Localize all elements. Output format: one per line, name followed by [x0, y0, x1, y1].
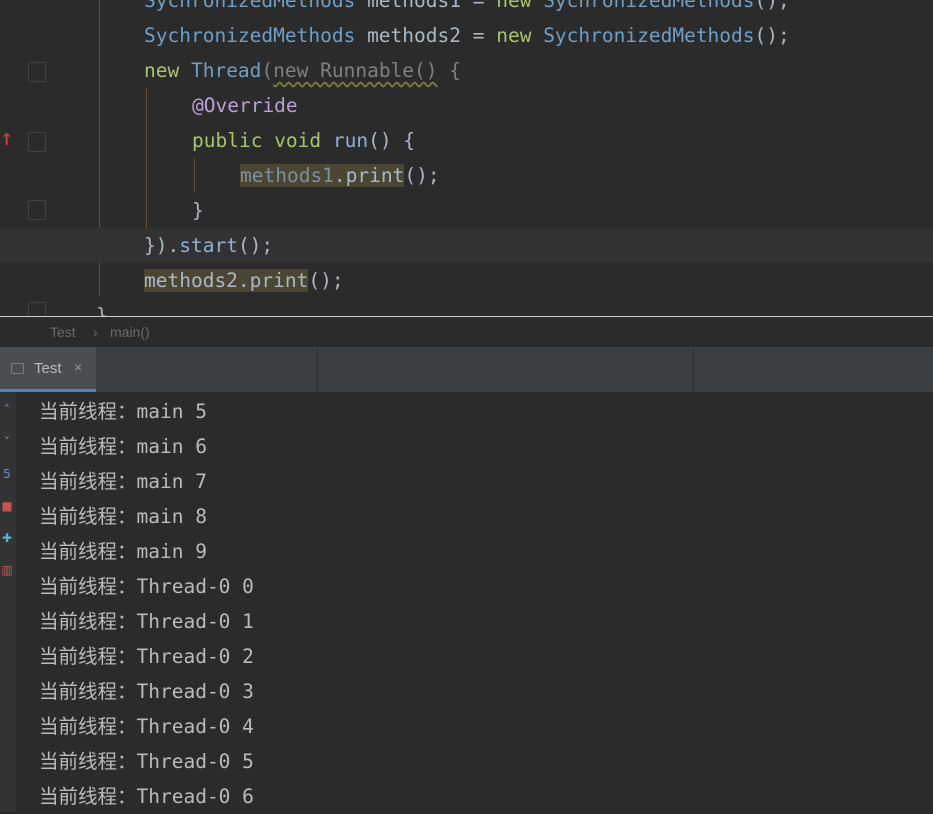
code-line[interactable]: methods2.print();	[0, 263, 933, 298]
method-name-token: run	[321, 129, 369, 152]
current-code-line[interactable]: }).start();	[0, 228, 933, 263]
breadcrumb-method[interactable]: main()	[110, 317, 150, 347]
close-icon[interactable]: ×	[74, 359, 82, 375]
method-call-token: print	[249, 269, 309, 292]
stop-icon[interactable]: ■	[0, 498, 14, 514]
punctuation-token: ();	[237, 234, 274, 257]
code-line[interactable]: public void run() {	[0, 123, 933, 158]
console-line: 当前线程：main 6	[39, 435, 207, 458]
console-line: 当前线程：Thread-0 0	[39, 575, 254, 598]
run-tab-label: Test	[34, 360, 62, 377]
punctuation-token: {	[437, 59, 462, 82]
type-token: SychronizedMethods	[144, 24, 356, 47]
punctuation-token: () {	[368, 129, 416, 152]
run-tab-bar: Test ×	[0, 347, 933, 392]
run-toolstrip: ˄ ˅ 5 ■ ✚ ▥	[0, 392, 16, 812]
console-line: 当前线程：Thread-0 4	[39, 715, 254, 738]
punctuation-token: (	[261, 59, 274, 82]
run-config-icon	[11, 363, 24, 374]
punctuation-token: ();	[754, 24, 790, 47]
breadcrumb-class[interactable]: Test	[50, 317, 76, 347]
punctuation-token: }	[192, 199, 204, 222]
rerun-icon[interactable]: 5	[0, 466, 14, 482]
console-line: 当前线程：Thread-0 1	[39, 610, 254, 633]
settings-icon[interactable]: ✚	[0, 530, 14, 546]
trash-icon[interactable]: ▥	[0, 562, 14, 578]
variable-token: methods1	[240, 164, 334, 187]
punctuation-token: }	[96, 304, 108, 317]
console-line: 当前线程：Thread-0 3	[39, 680, 254, 703]
down-arrow-icon[interactable]: ˅	[0, 434, 14, 450]
punctuation-token: ();	[404, 164, 440, 187]
type-token: SychronizedMethods	[144, 0, 356, 12]
console-line: 当前线程：Thread-0 5	[39, 750, 254, 773]
keyword-token: void	[262, 129, 322, 152]
code-line[interactable]: methods1.print();	[0, 158, 933, 193]
up-arrow-icon[interactable]: ˄	[0, 402, 14, 418]
console-line: 当前线程：Thread-0 6	[39, 785, 254, 808]
breadcrumb-separator: ›	[93, 324, 98, 340]
code-line[interactable]: SychronizedMethods methods2 = new Sychro…	[0, 18, 933, 53]
annotation-token: @Override	[192, 94, 298, 117]
keyword-token: new	[496, 0, 532, 12]
punctuation-token: })	[144, 234, 168, 257]
type-token: Thread	[179, 59, 262, 82]
punctuation-token: ();	[754, 0, 790, 12]
code-line[interactable]: SychronizedMethods methods1 = new Sychro…	[0, 0, 933, 18]
keyword-token: new	[496, 24, 532, 47]
console-output[interactable]: 当前线程：main 5 当前线程：main 6 当前线程：main 7 当前线程…	[16, 392, 933, 812]
variable-token: methods2 =	[355, 24, 497, 47]
punctuation-token: ();	[308, 269, 344, 292]
console-line: 当前线程：Thread-0 2	[39, 645, 254, 668]
code-line[interactable]: new Thread(new Runnable() {	[0, 53, 933, 88]
code-line[interactable]: @Override	[0, 88, 933, 123]
punctuation-token: .	[237, 269, 250, 292]
type-token: SychronizedMethods	[531, 0, 755, 12]
variable-token: methods1 =	[355, 0, 497, 12]
console-line: 当前线程：main 5	[39, 400, 207, 423]
code-line[interactable]: }	[0, 193, 933, 228]
run-tab-test[interactable]: Test ×	[0, 347, 96, 392]
punctuation-token: .	[333, 164, 346, 187]
keyword-token: new	[144, 59, 180, 82]
punctuation-token: .	[167, 234, 180, 257]
console-line: 当前线程：main 7	[39, 470, 207, 493]
code-line[interactable]: }	[0, 298, 933, 317]
console-line: 当前线程：main 8	[39, 505, 207, 528]
anonymous-class-warning[interactable]: new Runnable()	[273, 59, 437, 82]
type-token: SychronizedMethods	[531, 24, 755, 47]
code-editor[interactable]: ↑ SychronizedMethods methods1 = new Sych…	[0, 0, 933, 317]
tab-separator	[317, 347, 318, 392]
method-call-token: print	[345, 164, 405, 187]
method-call-token: start	[179, 234, 238, 257]
breadcrumb: Test › main()	[0, 317, 933, 347]
keyword-token: public	[192, 129, 263, 152]
console-line: 当前线程：main 9	[39, 540, 207, 563]
tab-separator	[693, 347, 694, 392]
variable-token: methods2	[144, 269, 238, 292]
